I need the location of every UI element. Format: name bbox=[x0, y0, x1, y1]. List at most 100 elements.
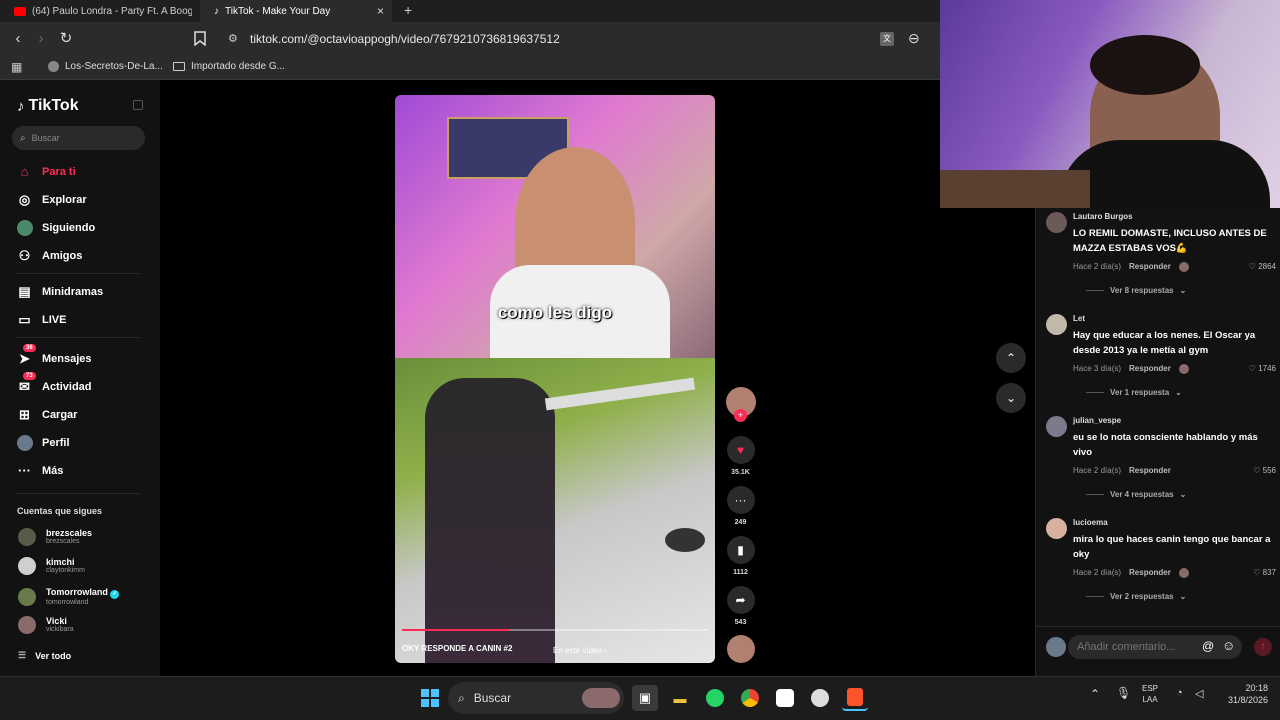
nav-cargar[interactable]: ⊞ Cargar bbox=[16, 406, 77, 423]
microphone-icon[interactable]: 🎙 bbox=[1116, 686, 1131, 700]
clock[interactable]: 20:18 31/8/2026 bbox=[1218, 682, 1268, 706]
reply-button[interactable]: Responder bbox=[1129, 568, 1171, 578]
emoji-icon[interactable]: ☺ bbox=[1222, 638, 1235, 653]
site-info-icon[interactable]: ⚙ bbox=[228, 32, 238, 45]
nav-minidramas[interactable]: ▤ Minidramas bbox=[16, 283, 103, 300]
comment-user[interactable]: Let bbox=[1073, 314, 1085, 323]
account-name: Tomorrowland ✓ bbox=[46, 587, 120, 599]
share-icon: ➦ bbox=[726, 586, 755, 614]
comment-item: Let Hay que educar a los nenes. El Oscar… bbox=[1046, 314, 1276, 410]
language-indicator[interactable]: ESP LAA bbox=[1142, 683, 1158, 705]
windows-start-icon[interactable] bbox=[417, 685, 443, 711]
chevron-up-icon: ⌃ bbox=[1005, 351, 1017, 365]
wifi-icon[interactable]: ◔ bbox=[1176, 687, 1183, 699]
nav-para-ti[interactable]: ⌂ Para ti bbox=[16, 163, 76, 180]
nav-label: Cargar bbox=[42, 408, 78, 421]
video-player[interactable]: como les digo OKY RESPONDE A CANIN #2 En… bbox=[395, 95, 715, 663]
music-disc-button[interactable] bbox=[725, 635, 756, 663]
search-icon: ⌕ bbox=[458, 690, 465, 705]
comment-likes[interactable]: ♡ 556 bbox=[1253, 466, 1276, 475]
back-button[interactable]: ‹ bbox=[8, 30, 28, 48]
clock-time: 20:18 bbox=[1245, 683, 1268, 693]
bookmark-icon[interactable] bbox=[194, 31, 206, 47]
avatar[interactable] bbox=[1046, 314, 1067, 335]
forward-button[interactable]: › bbox=[31, 30, 51, 48]
search-input[interactable]: ⌕ Buscar bbox=[12, 126, 145, 150]
task-view-icon[interactable]: ▣ bbox=[632, 685, 658, 711]
bookmark-item[interactable]: Los-Secretos-De-La... bbox=[48, 61, 163, 72]
nav-perfil[interactable]: Perfil bbox=[16, 434, 70, 451]
tab-youtube[interactable]: (64) Paulo Londra - Party Ft. A Boogie bbox=[0, 0, 200, 22]
mention-icon[interactable]: @ bbox=[1202, 639, 1214, 653]
nav-live[interactable]: ▭ LIVE bbox=[16, 311, 66, 328]
view-replies-button[interactable]: Ver 1 respuesta ⌄ bbox=[1086, 388, 1182, 397]
reload-button[interactable]: ↻ bbox=[56, 30, 76, 48]
comment-likes[interactable]: ♡ 2864 bbox=[1249, 262, 1276, 271]
comment-input[interactable] bbox=[1068, 635, 1242, 659]
close-tab-button[interactable]: × bbox=[377, 4, 384, 18]
reply-button[interactable]: Responder bbox=[1129, 364, 1171, 374]
see-all-button[interactable]: ☰ Ver todo bbox=[18, 650, 71, 661]
comments-panel: Lautaro Burgos LO REMIL DOMASTE, INCLUSO… bbox=[1035, 208, 1280, 676]
taskbar-search[interactable]: ⌕ Buscar bbox=[448, 682, 624, 714]
previous-video-button[interactable]: ⌃ bbox=[996, 343, 1026, 373]
bookmark-label: Importado desde G... bbox=[191, 61, 285, 72]
view-replies-button[interactable]: Ver 2 respuestas ⌄ bbox=[1086, 592, 1186, 601]
comment-likes[interactable]: ♡ 1746 bbox=[1249, 364, 1276, 373]
comment-user[interactable]: lucioema bbox=[1073, 518, 1108, 527]
tab-tiktok[interactable]: ♪ TikTok - Make Your Day × bbox=[200, 0, 392, 22]
chrome-icon[interactable] bbox=[737, 685, 763, 711]
following-account[interactable]: kimchi claytonkimm bbox=[18, 557, 85, 575]
comment-likes[interactable]: ♡ 837 bbox=[1253, 568, 1276, 577]
nav-label: Mensajes bbox=[42, 352, 92, 365]
apps-grid-icon[interactable]: ▦ bbox=[11, 60, 22, 74]
chevron-up-icon[interactable]: ⌃ bbox=[1090, 687, 1100, 701]
follow-plus-icon[interactable]: + bbox=[734, 409, 747, 422]
share-button[interactable]: ➦ 543 bbox=[725, 586, 756, 626]
file-explorer-icon[interactable]: ▬ bbox=[667, 685, 693, 711]
view-replies-button[interactable]: Ver 4 respuestas ⌄ bbox=[1086, 490, 1186, 499]
comment-button[interactable]: ··· 249 bbox=[725, 486, 756, 526]
collapse-sidebar-icon[interactable] bbox=[133, 100, 143, 110]
following-account[interactable]: brezscales brezscales bbox=[18, 528, 92, 546]
in-video-link[interactable]: En este vídeo › bbox=[553, 646, 607, 655]
next-video-button[interactable]: ⌄ bbox=[996, 383, 1026, 413]
avatar[interactable] bbox=[1046, 212, 1067, 233]
reply-button[interactable]: Responder bbox=[1129, 466, 1171, 475]
nav-mensajes[interactable]: ➤ 36 Mensajes bbox=[16, 344, 92, 367]
avatar[interactable] bbox=[1046, 416, 1067, 437]
view-replies-button[interactable]: Ver 8 respuestas ⌄ bbox=[1086, 286, 1186, 295]
nav-explorar[interactable]: ◎ Explorar bbox=[16, 191, 87, 208]
bookmark-icon: ▮ bbox=[726, 536, 755, 564]
video-progress-bar[interactable] bbox=[402, 629, 708, 631]
reply-button[interactable]: Responder bbox=[1129, 262, 1171, 272]
following-account[interactable]: Vicki vickibara bbox=[18, 616, 74, 634]
send-icon[interactable]: ↑ bbox=[1254, 638, 1272, 656]
nav-label: Para ti bbox=[42, 165, 76, 178]
following-account[interactable]: Tomorrowland ✓ tomorrowland bbox=[18, 587, 120, 607]
comment-user[interactable]: Lautaro Burgos bbox=[1073, 212, 1133, 221]
nav-siguiendo[interactable]: Siguiendo bbox=[16, 219, 95, 236]
comment-user[interactable]: julian_vespe bbox=[1073, 416, 1121, 425]
obs-icon[interactable] bbox=[807, 685, 833, 711]
new-tab-button[interactable]: + bbox=[404, 2, 412, 18]
like-button[interactable]: ♥ 35.1K bbox=[725, 436, 756, 476]
nav-mas[interactable]: ··· Más bbox=[16, 462, 63, 479]
whatsapp-icon[interactable] bbox=[702, 685, 728, 711]
author-avatar-button[interactable]: + bbox=[725, 387, 756, 422]
bookmark-folder[interactable]: Importado desde G... bbox=[173, 61, 285, 72]
comment-item: julian_vespe eu se lo nota consciente ha… bbox=[1046, 416, 1276, 512]
windows-taskbar: ⌕ Buscar ▣ ▬ ⌃ 🎙 ESP LAA ◔ ◁ 20:18 31/8/… bbox=[0, 676, 1280, 720]
save-button[interactable]: ▮ 1112 bbox=[725, 536, 756, 576]
tiktok-logo[interactable]: ♪ TikTok bbox=[17, 97, 79, 115]
brave-icon[interactable] bbox=[842, 685, 868, 711]
translate-icon[interactable]: 文 bbox=[880, 32, 894, 46]
volume-icon[interactable]: ◁ bbox=[1195, 687, 1203, 700]
zoom-icon[interactable]: ⊖ bbox=[908, 30, 920, 47]
account-handle: tomorrowland bbox=[46, 599, 89, 606]
capcut-icon[interactable] bbox=[772, 685, 798, 711]
nav-actividad[interactable]: ✉ 73 Actividad bbox=[16, 372, 92, 395]
address-bar[interactable]: ⚙ tiktok.com/@octavioappogh/video/767921… bbox=[218, 25, 938, 53]
avatar[interactable] bbox=[1046, 518, 1067, 539]
nav-amigos[interactable]: ⚇ Amigos bbox=[16, 247, 83, 264]
